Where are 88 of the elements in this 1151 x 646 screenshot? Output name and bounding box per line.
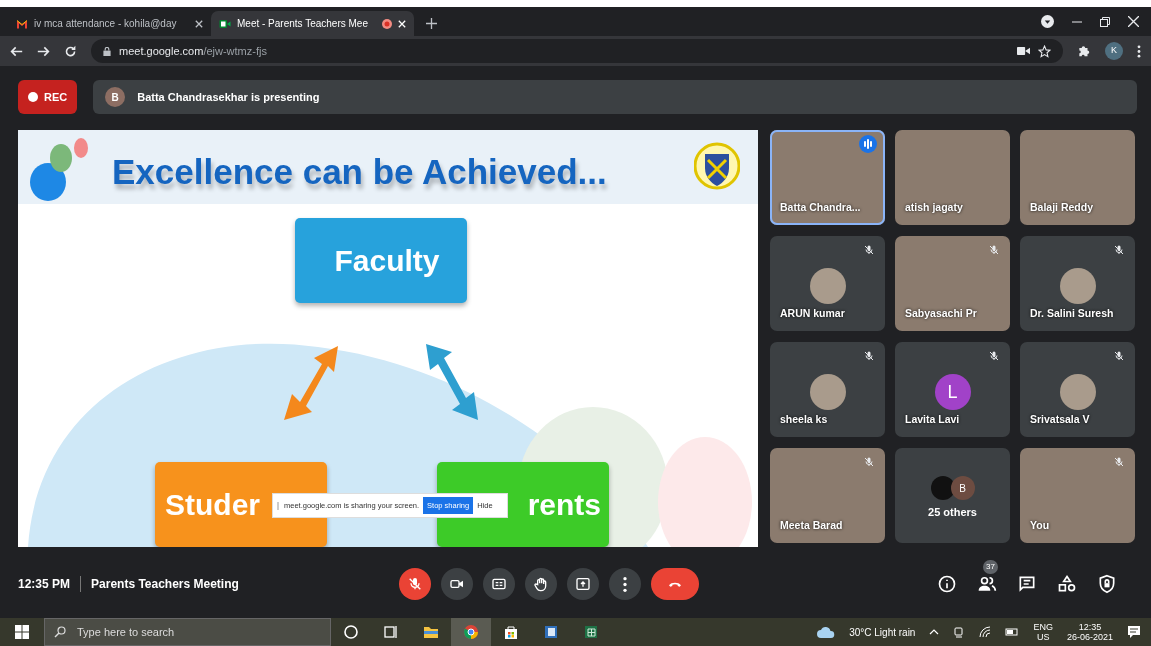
hand-icon: [532, 576, 549, 592]
participant-name: Sabyasachi Pr: [905, 306, 977, 322]
clock-time: 12:35: [1078, 621, 1102, 632]
avatar-photo: [930, 476, 955, 500]
battery-icon[interactable]: [1005, 627, 1020, 637]
slide-title: Excellence can be Achieved...: [112, 151, 607, 193]
meeting-title: Parents Teachers Meeting: [91, 576, 239, 593]
speaking-icon: [859, 135, 877, 153]
menu-icon[interactable]: [1137, 44, 1141, 58]
task-view-icon: [383, 624, 399, 640]
participant-name: Meeta Barad: [780, 518, 843, 534]
reload-icon[interactable]: [64, 44, 77, 58]
participant-name: Dr. Salini Suresh: [1030, 306, 1114, 322]
avatar-photo: [809, 374, 846, 410]
present-screen-icon: [574, 576, 591, 592]
video-logo-icon: [219, 18, 231, 29]
participant-name: atish jagaty: [905, 200, 963, 216]
participant-name: ARUN kumar: [780, 306, 845, 322]
forward-arrow-icon[interactable]: [37, 44, 50, 58]
star-icon[interactable]: [1038, 44, 1051, 58]
meeting-time: 12:35 PM: [18, 576, 71, 593]
info-icon: [937, 574, 957, 594]
profile-avatar[interactable]: K: [1105, 42, 1123, 60]
slide-box: Faculty: [295, 218, 467, 303]
camera-button[interactable]: [440, 568, 473, 600]
region-text: US: [1036, 632, 1050, 643]
people-icon: [977, 574, 997, 594]
chat-button[interactable]: [1017, 574, 1037, 594]
participant-name: Srivatsala V: [1030, 412, 1090, 428]
spreadsheet-icon: [583, 624, 599, 640]
clock-date: 26-06-2021: [1066, 632, 1113, 643]
avatar-photo: [809, 268, 846, 304]
chat-icon: [1017, 574, 1037, 594]
search-icon: [54, 626, 66, 638]
taskbar-search-field[interactable]: Type here to search: [44, 618, 331, 646]
browser-tab[interactable]: Meet - Parents Teachers Mee: [211, 11, 414, 36]
raise-hand-button[interactable]: [524, 568, 557, 600]
shapes-icon: [1057, 574, 1077, 594]
captions-button[interactable]: [482, 568, 515, 600]
shopping-bag-icon: [503, 624, 519, 640]
others-count: 25 others: [927, 505, 978, 520]
participant-name: sheela ks: [780, 412, 828, 428]
participant-name: Lavita Lavi: [905, 412, 960, 428]
host-controls-button[interactable]: [1097, 574, 1117, 594]
browser-tab[interactable]: iv mca attendance - kohila@day: [8, 11, 211, 36]
avatar: B: [950, 476, 975, 500]
chrome-icon: [463, 624, 479, 640]
count-badge: 37: [983, 560, 998, 574]
plus-icon[interactable]: [426, 18, 437, 29]
presenting-text: Batta Chandrasekhar is presenting: [137, 89, 320, 105]
notification-icon[interactable]: [1127, 625, 1141, 639]
recording-button[interactable]: REC: [18, 80, 78, 114]
close-icon[interactable]: [195, 19, 203, 28]
circle-icon: [343, 624, 359, 640]
folder-icon: [423, 624, 439, 640]
participant-name: You: [1030, 518, 1050, 534]
envelope-logo-icon: [16, 18, 28, 29]
shield-lock-icon: [1097, 574, 1117, 594]
microphone-button[interactable]: [398, 568, 431, 600]
avatar-photo: [1059, 374, 1096, 410]
info-button[interactable]: [937, 574, 957, 594]
wifi-icon[interactable]: [979, 626, 992, 638]
more-icon: [622, 576, 627, 592]
address-bar[interactable]: meet.google.com/ejw-wtmz-fjs: [91, 39, 1063, 63]
people-button[interactable]: [977, 574, 997, 594]
captions-icon: [490, 576, 507, 592]
cloud-icon: [817, 626, 836, 638]
puzzle-icon[interactable]: [1077, 44, 1091, 58]
windows-logo-icon[interactable]: [15, 625, 29, 639]
present-button[interactable]: [566, 568, 599, 600]
restore-icon[interactable]: [1100, 16, 1110, 27]
weather-text: 30°C Light rain: [849, 625, 916, 640]
participant-name: Batta Chandra...: [780, 200, 861, 216]
document-icon: [543, 624, 559, 640]
avatar-photo: [1059, 268, 1096, 304]
url-text: meet.google.com/ejw-wtmz-fjs: [119, 43, 267, 59]
recording-icon: [382, 18, 392, 29]
avatar: L: [934, 374, 971, 410]
activities-button[interactable]: [1057, 574, 1077, 594]
avatar: B: [105, 87, 126, 107]
back-arrow-icon[interactable]: [10, 44, 23, 58]
tab-search-icon[interactable]: [1041, 15, 1054, 28]
chevron-up-icon[interactable]: [929, 629, 940, 635]
more-options-button[interactable]: [608, 568, 641, 600]
hang-up-button[interactable]: [650, 568, 699, 600]
participant-name: Balaji Reddy: [1030, 200, 1094, 216]
lock-icon: [103, 46, 111, 56]
language-text: ENG: [1033, 621, 1053, 632]
